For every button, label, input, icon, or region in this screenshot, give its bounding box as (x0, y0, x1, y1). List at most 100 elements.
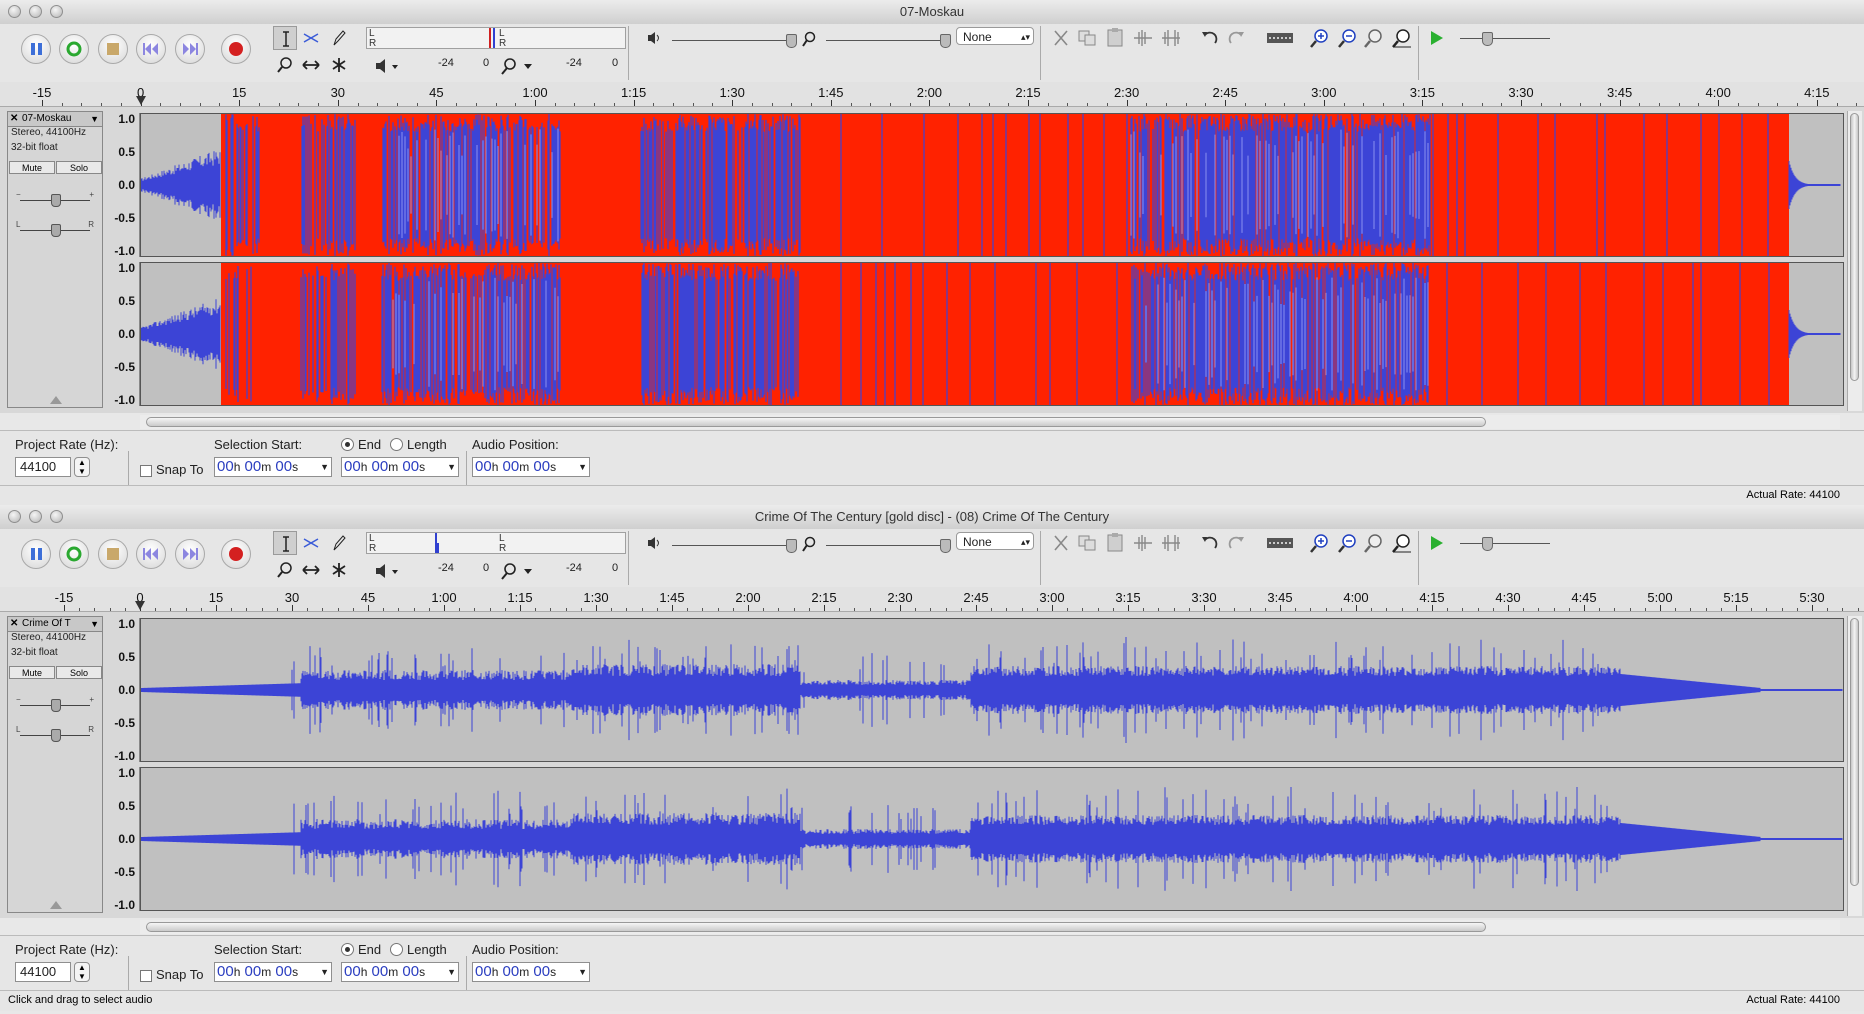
waveform-right-channel[interactable] (140, 767, 1844, 911)
redo-icon[interactable] (1225, 532, 1249, 554)
vertical-scrollbar[interactable] (1847, 616, 1862, 916)
input-volume-slider[interactable] (826, 32, 951, 48)
microphone-icon[interactable] (500, 57, 540, 75)
length-radio[interactable] (390, 438, 403, 451)
end-radio[interactable] (341, 943, 354, 956)
slider-thumb[interactable] (1482, 537, 1493, 551)
solo-button[interactable]: Solo (56, 161, 102, 174)
playhead-marker[interactable] (135, 601, 145, 610)
fit-project-icon[interactable] (1390, 27, 1414, 49)
timeline-ruler[interactable]: -15 0 15 30 45 1:00 1:15 1:30 1:45 2:00 2:15 2:30 2:… (0, 587, 1864, 612)
slider-thumb[interactable] (786, 539, 797, 553)
mute-button[interactable]: Mute (9, 161, 55, 174)
multi-tool[interactable] (327, 558, 351, 582)
pan-slider[interactable]: LR (16, 725, 94, 742)
track-name-menu[interactable]: ✕ Crime Of T ▼ (8, 617, 102, 632)
project-rate-field[interactable]: 44100 (15, 457, 71, 477)
selection-end-time[interactable]: 00h 00m 00s ▼ (341, 457, 459, 477)
audio-position-time[interactable]: 00h 00m 00s ▼ (472, 457, 590, 477)
fit-selection-icon[interactable] (1362, 532, 1386, 554)
project-rate-stepper[interactable]: ▲ ▼ (74, 962, 90, 982)
end-radio[interactable] (341, 438, 354, 451)
undo-icon[interactable] (1197, 532, 1221, 554)
zoom-out-icon[interactable] (1336, 532, 1360, 554)
horizontal-scrollbar[interactable] (140, 415, 1840, 429)
vertical-scrollbar[interactable] (1847, 111, 1862, 411)
record-button[interactable] (221, 539, 251, 569)
play-speed-slider[interactable] (1460, 30, 1550, 46)
multi-tool[interactable] (327, 53, 351, 77)
slider-thumb[interactable] (51, 224, 61, 237)
waveform-left-channel[interactable] (140, 113, 1844, 257)
zoom-in-icon[interactable] (1308, 27, 1332, 49)
paste-icon[interactable] (1103, 532, 1127, 554)
zoom-in-icon[interactable] (1308, 532, 1332, 554)
selection-start-time[interactable]: 00h 00m 00s ▼ (214, 962, 332, 982)
zoom-tool[interactable] (273, 558, 297, 582)
skip-start-button[interactable] (136, 539, 166, 569)
skip-end-button[interactable] (175, 539, 205, 569)
play-at-speed-icon[interactable] (1425, 532, 1449, 554)
loop-button[interactable] (59, 539, 89, 569)
collapse-track-icon[interactable] (50, 901, 62, 909)
slider-thumb[interactable] (940, 539, 951, 553)
undo-icon[interactable] (1197, 27, 1221, 49)
speaker-icon[interactable] (373, 57, 403, 75)
playhead-marker[interactable] (135, 96, 146, 105)
fit-project-icon[interactable] (1390, 532, 1414, 554)
trim-icon[interactable] (1131, 532, 1155, 554)
collapse-track-icon[interactable] (50, 396, 62, 404)
solo-button[interactable]: Solo (56, 666, 102, 679)
output-volume-slider[interactable] (672, 537, 797, 553)
cut-icon[interactable] (1049, 532, 1073, 554)
project-rate-stepper[interactable]: ▲ ▼ (74, 457, 90, 477)
playback-meter[interactable]: L R L R (366, 532, 626, 554)
vertical-scroll-thumb[interactable] (1850, 618, 1859, 886)
project-rate-field[interactable]: 44100 (15, 962, 71, 982)
waveform-left-channel[interactable] (140, 618, 1844, 762)
pan-slider[interactable]: LR (16, 220, 94, 237)
close-track-icon[interactable]: ✕ (10, 112, 20, 126)
playback-device-select[interactable]: None ▴▾ (956, 27, 1034, 45)
slider-thumb[interactable] (1482, 32, 1493, 46)
gain-slider[interactable]: − + (16, 190, 94, 207)
horizontal-scroll-thumb[interactable] (146, 922, 1486, 932)
length-radio[interactable] (390, 943, 403, 956)
playback-meter[interactable]: L R L R (366, 27, 626, 49)
paste-icon[interactable] (1103, 27, 1127, 49)
horizontal-scroll-thumb[interactable] (146, 417, 1486, 427)
audio-position-time[interactable]: 00h 00m 00s ▼ (472, 962, 590, 982)
selection-tool[interactable] (273, 26, 297, 50)
draw-tool[interactable] (327, 26, 351, 50)
skip-start-button[interactable] (136, 34, 166, 64)
title-bar[interactable]: Crime Of The Century [gold disc] - (08) … (0, 505, 1864, 530)
slider-thumb[interactable] (786, 34, 797, 48)
trim-icon[interactable] (1131, 27, 1155, 49)
selection-start-time[interactable]: 00h 00m 00s ▼ (214, 457, 332, 477)
redo-icon[interactable] (1225, 27, 1249, 49)
selection-tool[interactable] (273, 531, 297, 555)
play-speed-slider[interactable] (1460, 535, 1550, 551)
close-track-icon[interactable]: ✕ (10, 617, 20, 631)
input-volume-slider[interactable] (826, 537, 951, 553)
waveform-right-channel[interactable] (140, 262, 1844, 406)
stop-button[interactable] (98, 34, 128, 64)
selection-end-time[interactable]: 00h 00m 00s ▼ (341, 962, 459, 982)
vertical-scroll-thumb[interactable] (1850, 113, 1859, 381)
horizontal-scrollbar[interactable] (140, 920, 1840, 934)
timeline-ruler[interactable]: -15 0 15 30 45 1:00 1:15 1:30 1:45 2:00 2:15 2:30 2:… (0, 82, 1864, 107)
envelope-tool[interactable] (299, 26, 323, 50)
pause-button[interactable] (21, 34, 51, 64)
skip-end-button[interactable] (175, 34, 205, 64)
snap-to-checkbox[interactable] (140, 970, 152, 982)
draw-tool[interactable] (327, 531, 351, 555)
fit-selection-icon[interactable] (1362, 27, 1386, 49)
gain-slider[interactable]: − + (16, 695, 94, 712)
output-volume-slider[interactable] (672, 32, 797, 48)
copy-icon[interactable] (1075, 532, 1099, 554)
silence-icon[interactable] (1159, 27, 1183, 49)
sync-lock-icon[interactable] (1265, 532, 1295, 554)
timeshift-tool[interactable] (299, 558, 323, 582)
slider-thumb[interactable] (51, 699, 61, 712)
copy-icon[interactable] (1075, 27, 1099, 49)
